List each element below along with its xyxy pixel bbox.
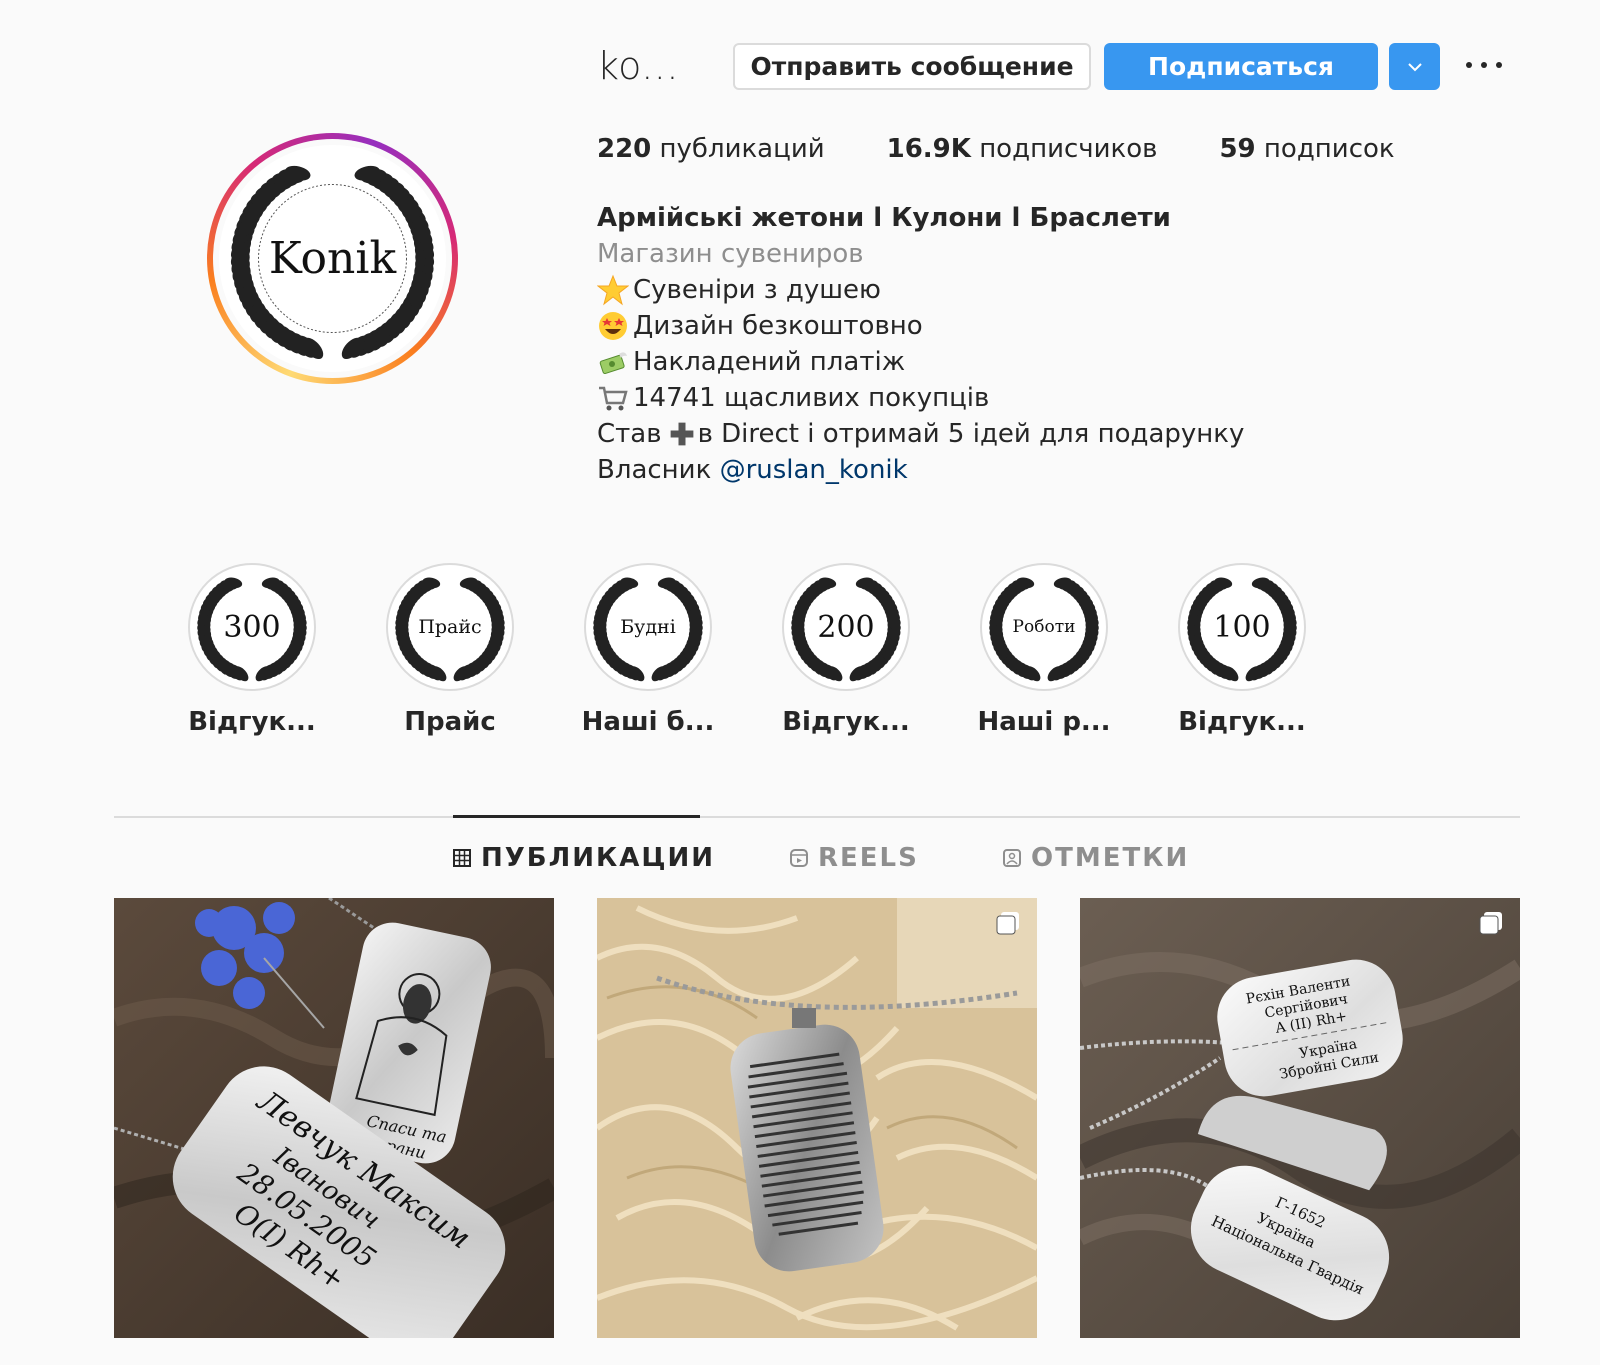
highlight-cover: Прайс <box>386 563 514 691</box>
highlight-cover: 300 <box>188 563 316 691</box>
post-thumbnail[interactable]: Спаси та охрани Левчук Максим Іванович 2… <box>114 898 554 1338</box>
bio-line: Сувеніри з душею <box>597 272 1244 308</box>
star-icon <box>597 274 629 306</box>
post-thumbnail[interactable] <box>597 898 1037 1338</box>
bio-line: Дизайн безкоштовно <box>597 308 1244 344</box>
highlight-cover-text: Роботи <box>1012 617 1076 637</box>
story-highlight[interactable]: 200 Відгук... <box>771 563 921 737</box>
profile-category: Магазин сувениров <box>597 239 864 269</box>
profile-bio: Армійські жетони l Кулони l Браслети Маг… <box>597 200 1244 488</box>
avatar-logo-text: Konik <box>268 233 397 284</box>
active-tab-indicator <box>453 815 700 818</box>
carousel-icon <box>996 912 1019 935</box>
stat-following[interactable]: 59 подписок <box>1219 134 1394 164</box>
reels-icon <box>790 849 808 867</box>
profile-avatar[interactable]: Konik <box>207 133 458 384</box>
post-image-prayer-tag <box>597 898 1037 1338</box>
profile-full-name: Армійські жетони l Кулони l Браслети <box>597 203 1171 233</box>
profile-username: ko... <box>597 44 679 88</box>
highlight-cover-text: 300 <box>223 609 281 645</box>
bio-line: Власник @ruslan_konik <box>597 452 1244 488</box>
owner-mention-link[interactable]: @ruslan_konik <box>720 452 908 488</box>
highlight-cover-text: Будні <box>620 616 676 638</box>
bio-line: Став в Direct і отримай 5 ідей для подар… <box>597 419 1245 449</box>
highlight-label: Наші р... <box>977 707 1111 737</box>
bio-line: 14741 щасливих покупців <box>597 380 1244 416</box>
tab-reels[interactable]: REELS <box>790 843 919 873</box>
post-image-military-tags: Рєхін Валенти Сергійович A (II) Rh+ Укра… <box>1080 898 1520 1338</box>
highlight-label: Наші б... <box>581 707 715 737</box>
follow-button[interactable]: Подписаться <box>1104 43 1378 90</box>
plus-icon <box>670 422 693 446</box>
stat-followers[interactable]: 16.9K подписчиков <box>887 134 1158 164</box>
highlight-cover-text: 200 <box>817 609 875 645</box>
tab-posts[interactable]: ПУБЛИКАЦИИ <box>453 843 715 873</box>
suggested-dropdown-button[interactable] <box>1389 43 1440 90</box>
grid-icon <box>453 849 471 867</box>
tabs-divider <box>114 816 1520 818</box>
stat-posts: 220 публикаций <box>597 134 825 164</box>
bio-line: Накладений платіж <box>597 344 1244 380</box>
story-highlight[interactable]: Роботи Наші р... <box>969 563 1119 737</box>
story-highlight[interactable]: 100 Відгук... <box>1167 563 1317 737</box>
highlight-cover-text: Прайс <box>418 616 482 638</box>
more-options-icon[interactable] <box>1466 50 1502 80</box>
shopping-cart-icon <box>599 386 628 411</box>
highlight-label: Прайс <box>404 707 496 737</box>
tagged-icon <box>1003 849 1021 867</box>
highlight-cover: Будні <box>584 563 712 691</box>
story-highlight[interactable]: 300 Відгук... <box>177 563 327 737</box>
highlight-label: Відгук... <box>782 707 910 737</box>
post-image-dog-tags-jesus: Спаси та охрани Левчук Максим Іванович 2… <box>114 898 554 1338</box>
chevron-down-icon <box>1407 62 1422 71</box>
send-message-button[interactable]: Отправить сообщение <box>733 43 1091 90</box>
story-highlight[interactable]: Прайс Прайс <box>375 563 525 737</box>
carousel-icon <box>1479 912 1502 935</box>
money-with-wings-icon <box>599 352 627 375</box>
story-highlight[interactable]: Будні Наші б... <box>573 563 723 737</box>
highlight-label: Відгук... <box>188 707 316 737</box>
highlight-cover: 100 <box>1178 563 1306 691</box>
highlight-cover: Роботи <box>980 563 1108 691</box>
profile-stats: 220 публикаций 16.9K подписчиков 59 подп… <box>597 134 1457 164</box>
post-thumbnail[interactable]: Рєхін Валенти Сергійович A (II) Rh+ Укра… <box>1080 898 1520 1338</box>
highlight-cover: 200 <box>782 563 910 691</box>
highlight-label: Відгук... <box>1178 707 1306 737</box>
tab-tagged[interactable]: ОТМЕТКИ <box>1003 843 1189 873</box>
highlight-cover-text: 100 <box>1213 609 1271 645</box>
star-struck-face-icon <box>599 312 627 340</box>
